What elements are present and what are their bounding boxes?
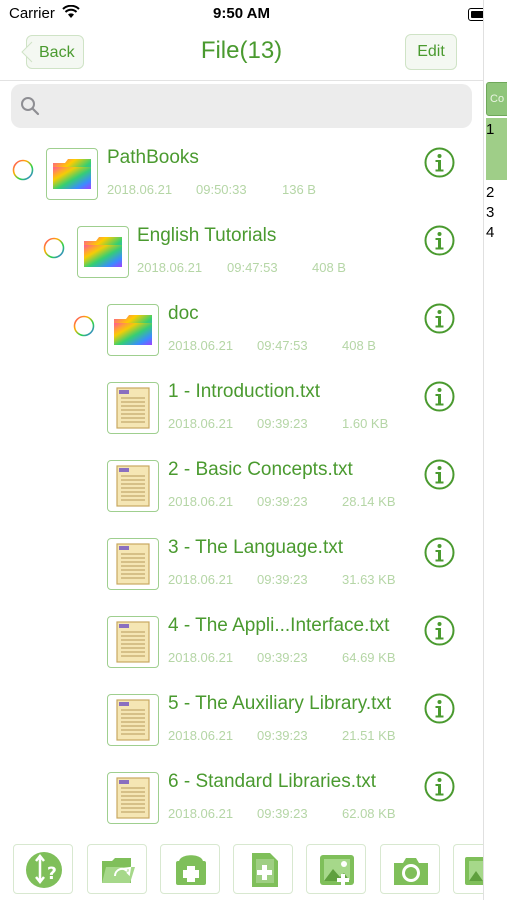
text-file-icon: [107, 382, 159, 434]
side-panel-number[interactable]: 3: [486, 204, 494, 221]
sort-help-icon: ?: [26, 852, 62, 888]
file-size: 28.14 KB: [342, 494, 396, 509]
folder-icon: [107, 304, 159, 356]
file-date: 2018.06.21: [168, 572, 234, 587]
search-bar: [11, 84, 472, 128]
list-item[interactable]: English Tutorials 2018.06.21 09:47:53 40…: [0, 225, 483, 318]
sort-help-button[interactable]: ?: [13, 844, 73, 894]
file-date: 2018.06.21: [168, 416, 234, 431]
side-panel-number[interactable]: 4: [486, 224, 494, 241]
file-name: English Tutorials: [137, 225, 277, 246]
file-size: 136 B: [282, 182, 316, 197]
side-panel-number[interactable]: 2: [486, 184, 494, 201]
file-size: 21.51 KB: [342, 728, 396, 743]
file-name: 3 - The Language.txt: [168, 537, 343, 558]
add-photo-button[interactable]: [306, 844, 366, 894]
side-panel-number[interactable]: 1: [486, 121, 494, 138]
side-panel-tab[interactable]: Co: [486, 82, 507, 116]
file-date: 2018.06.21: [168, 650, 234, 665]
info-icon[interactable]: [424, 225, 455, 256]
add-photo-icon: [320, 855, 354, 886]
text-file-icon: [107, 616, 159, 668]
collapse-icon[interactable]: [12, 159, 34, 181]
file-name: doc: [168, 303, 199, 324]
new-file-icon: [252, 853, 278, 887]
file-time: 09:47:53: [257, 338, 308, 353]
file-name: 4 - The Appli...Interface.txt: [168, 615, 390, 636]
bottom-toolbar: ?: [0, 836, 483, 900]
file-size: 62.08 KB: [342, 806, 396, 821]
folder-icon: [46, 148, 98, 200]
edit-button[interactable]: Edit: [405, 34, 457, 70]
info-icon[interactable]: [424, 771, 455, 802]
file-name: 5 - The Auxiliary Library.txt: [168, 693, 392, 714]
info-icon[interactable]: [424, 459, 455, 490]
camera-icon: [394, 858, 428, 885]
image-button[interactable]: [453, 844, 483, 894]
file-name: 1 - Introduction.txt: [168, 381, 321, 402]
file-time: 09:39:23: [257, 494, 308, 509]
status-bar: Carrier 9:50 AM: [0, 0, 498, 28]
file-time: 09:39:23: [257, 416, 308, 431]
file-name: 6 - Standard Libraries.txt: [168, 771, 377, 792]
new-file-button[interactable]: [233, 844, 293, 894]
status-time: 9:50 AM: [213, 5, 270, 22]
navigation-bar: Back File(13) Edit: [0, 28, 483, 81]
info-icon[interactable]: [424, 147, 455, 178]
folder-icon: [77, 226, 129, 278]
text-file-icon: [107, 538, 159, 590]
text-file-icon: [107, 460, 159, 512]
expand-icon[interactable]: [73, 315, 95, 337]
file-time: 09:39:23: [257, 572, 308, 587]
open-folder-icon: [102, 858, 135, 883]
info-icon[interactable]: [424, 303, 455, 334]
file-date: 2018.06.21: [168, 728, 234, 743]
image-icon: [465, 857, 483, 885]
new-folder-icon: [176, 855, 206, 885]
text-file-icon: [107, 694, 159, 746]
new-folder-button[interactable]: [160, 844, 220, 894]
file-date: 2018.06.21: [168, 494, 234, 509]
file-time: 09:47:53: [227, 260, 278, 275]
file-time: 09:39:23: [257, 650, 308, 665]
info-icon[interactable]: [424, 381, 455, 412]
info-icon[interactable]: [424, 537, 455, 568]
camera-button[interactable]: [380, 844, 440, 894]
file-size: 64.69 KB: [342, 650, 396, 665]
file-time: 09:39:23: [257, 728, 308, 743]
file-size: 408 B: [342, 338, 376, 353]
file-size: 408 B: [312, 260, 346, 275]
file-time: 09:50:33: [196, 182, 247, 197]
file-time: 09:39:23: [257, 806, 308, 821]
file-name: 2 - Basic Concepts.txt: [168, 459, 353, 480]
search-input[interactable]: [51, 92, 455, 122]
search-icon: [19, 95, 41, 122]
info-icon[interactable]: [424, 693, 455, 724]
info-icon[interactable]: [424, 615, 455, 646]
file-date: 2018.06.21: [137, 260, 203, 275]
file-size: 31.63 KB: [342, 572, 396, 587]
text-file-icon: [107, 772, 159, 824]
collapse-icon[interactable]: [43, 237, 65, 259]
file-size: 1.60 KB: [342, 416, 389, 431]
file-date: 2018.06.21: [107, 182, 173, 197]
open-folder-button[interactable]: [87, 844, 147, 894]
side-panel: Co 1 2 3 4: [483, 0, 507, 900]
file-date: 2018.06.21: [168, 338, 234, 353]
file-date: 2018.06.21: [168, 806, 234, 821]
svg-text:?: ?: [47, 864, 57, 884]
file-name: PathBooks: [107, 147, 199, 168]
